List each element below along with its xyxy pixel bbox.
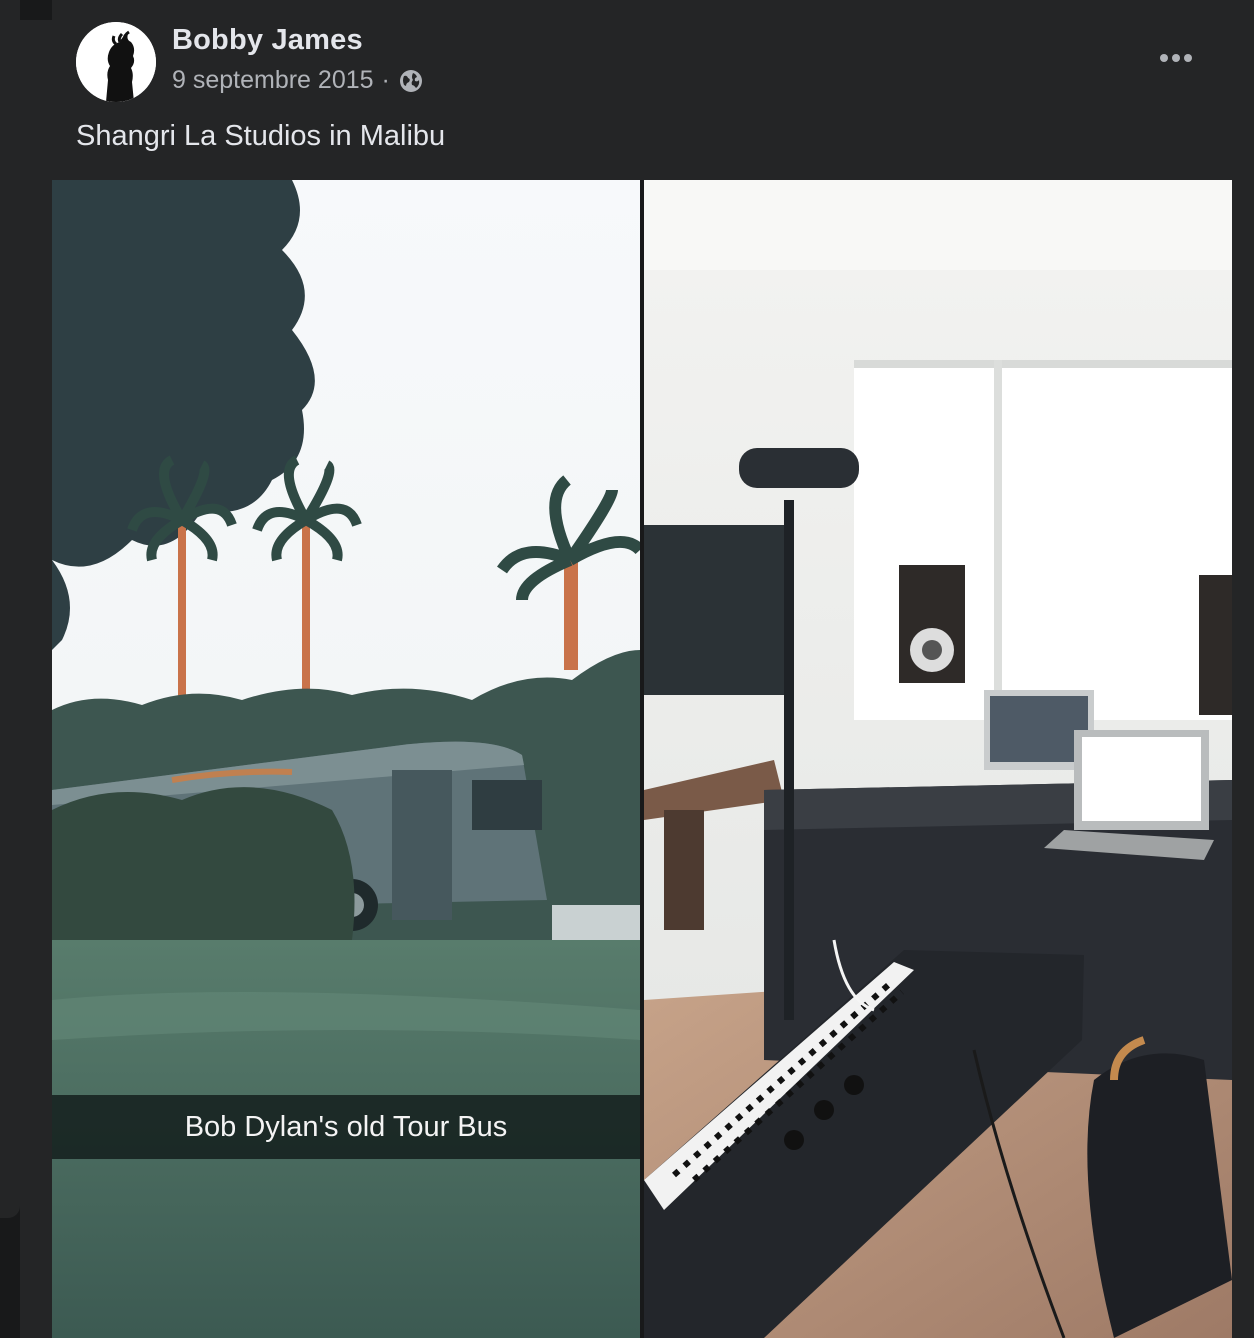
snap-caption-text: Bob Dylan's old Tour Bus [184,1110,508,1143]
photo-tour-bus[interactable]: Bob Dylan's old Tour Bus [52,180,640,1338]
globe-icon[interactable] [398,68,424,94]
post-card: Bobby James 9 septembre 2015 · Shangri L… [52,0,1232,1338]
photo-studio[interactable] [644,180,1232,1338]
snap-caption-bar: Bob Dylan's old Tour Bus [52,1095,640,1159]
meta-separator: · [381,66,390,94]
post-caption: Shangri La Studios in Malibu [76,120,446,152]
author-avatar[interactable] [76,22,156,102]
left-column-panel [0,0,20,1218]
author-name[interactable]: Bobby James [172,24,363,57]
more-dots-icon[interactable] [1156,40,1196,76]
left-column-strip [20,20,52,1338]
post-date[interactable]: 9 septembre 2015 [172,66,374,95]
post-meta: 9 septembre 2015 · [172,66,424,95]
right-column-panel [1232,0,1254,1338]
photo-grid: Bob Dylan's old Tour Bus [52,180,1232,1338]
